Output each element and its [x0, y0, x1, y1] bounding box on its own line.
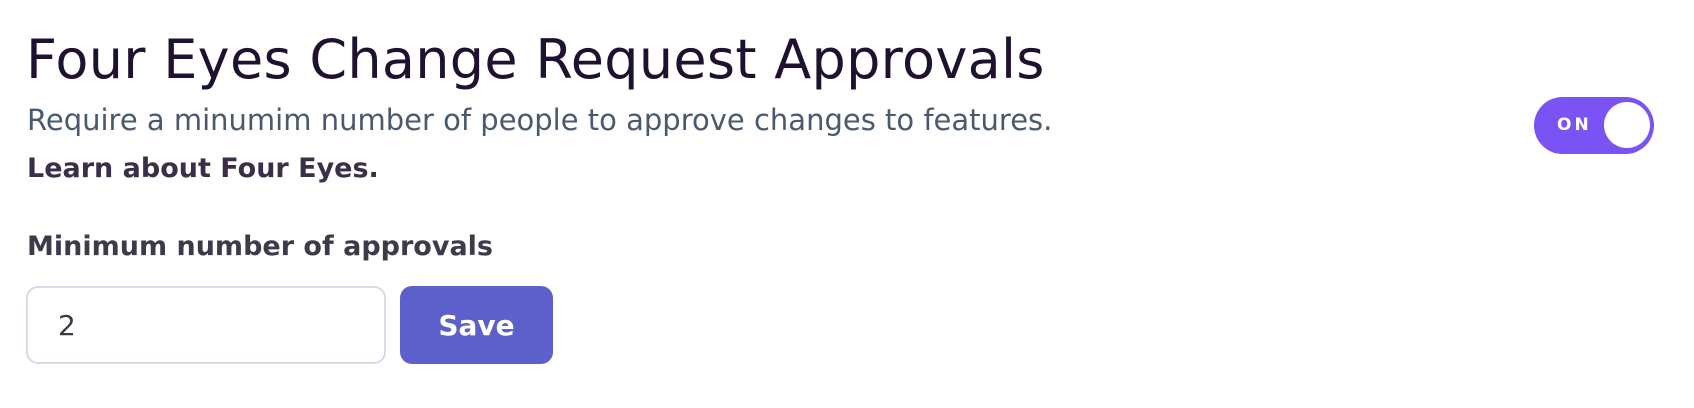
page-title: Four Eyes Change Request Approvals	[26, 28, 1045, 91]
four-eyes-toggle[interactable]: ON	[1534, 97, 1654, 154]
toggle-knob	[1604, 102, 1650, 148]
learn-about-four-eyes-link[interactable]: Learn about Four Eyes.	[27, 153, 379, 184]
min-approvals-input[interactable]	[26, 286, 386, 364]
save-button[interactable]: Save	[400, 286, 553, 364]
toggle-state-label: ON	[1557, 115, 1592, 135]
min-approvals-label: Minimum number of approvals	[27, 231, 494, 262]
page-description: Require a minumim number of people to ap…	[27, 103, 1053, 137]
